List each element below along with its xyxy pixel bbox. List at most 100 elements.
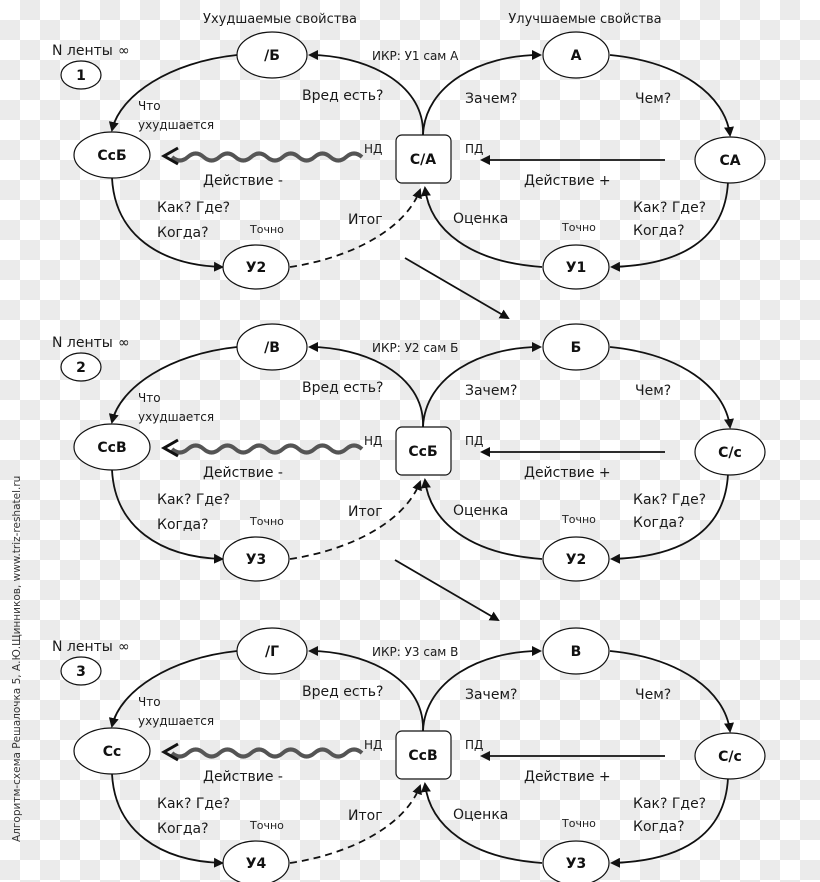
node-result-right-label: У2 (566, 552, 587, 568)
node-result-left-label: У4 (246, 856, 267, 872)
evaluation-label: Оценка (453, 503, 508, 519)
action-minus-wavy-arrow (170, 747, 364, 759)
ikr-label: ИКР: У2 сам Б (372, 341, 458, 355)
edge-worse-left-to-result-left (111, 177, 224, 272)
edge-result-dashed (289, 784, 422, 864)
exact-right: Точно (561, 221, 596, 234)
edge-result-dashed (289, 480, 422, 560)
result-label: Итог (348, 212, 383, 228)
side-caption: Алгоритм-схема Решалочка 5, А.Ю.Щинников… (11, 476, 23, 842)
section-3: N ленты ∞ 3/Г В Сс С/с У4 У3 СсВ ИКР: У3 сам В Вре… (52, 627, 766, 882)
node-result-left-label: У2 (246, 260, 267, 276)
node-result-left-label: У3 (246, 552, 267, 568)
edge-evaluation (420, 782, 543, 864)
tape-label: N ленты (52, 335, 113, 351)
ikr-label: ИКР: У3 сам В (372, 645, 458, 659)
node-worse-top-label: /Г (265, 644, 279, 660)
pd-label: ПД (465, 142, 483, 156)
when-left: Когда? (157, 821, 209, 837)
action-minus-label: Действие - (203, 769, 283, 785)
node-center-box-label: СсВ (408, 748, 437, 764)
node-center-box-label: С/А (410, 152, 436, 168)
edge-worse-left-to-result-left (111, 773, 224, 868)
when-left: Когда? (157, 225, 209, 241)
when-left: Когда? (157, 517, 209, 533)
node-better-right-label: СА (719, 153, 740, 169)
action-plus-label: Действие + (524, 465, 611, 481)
infinity-icon: ∞ (118, 335, 130, 351)
node-result-right-label: У1 (566, 260, 587, 276)
exact-right: Точно (561, 817, 596, 830)
tape-label: N ленты (52, 43, 113, 59)
ikr-label: ИКР: У1 сам А (372, 49, 459, 63)
action-plus-label: Действие + (524, 769, 611, 785)
node-worse-left-label: СсВ (97, 440, 126, 456)
node-center-box-label: СсБ (408, 444, 437, 460)
edge-worse-left-to-result-left (111, 469, 224, 564)
edge-evaluation (420, 478, 543, 560)
action-minus-label: Действие - (203, 465, 283, 481)
how-where-left: Как? Где? (157, 796, 230, 812)
node-worse-left-label: Сс (103, 744, 122, 760)
algorithm-diagram: Ухудшаемые свойства Улучшаемые свойства … (11, 12, 766, 882)
what-worsens-line2: ухудшается (138, 410, 214, 424)
nd-label: НД (364, 434, 382, 448)
when-right: Когда? (633, 819, 685, 835)
nd-label: НД (364, 142, 382, 156)
section-1: N ленты ∞ 1/Б А СсБ СА У2 У1 С/А ИКР: У1 сам А Вре… (52, 31, 766, 290)
transition-arrow-1-2 (404, 257, 510, 320)
header-worsened-properties: Ухудшаемые свойства (203, 12, 357, 27)
node-better-right-label: С/с (718, 749, 742, 765)
evaluation-label: Оценка (453, 211, 508, 227)
evaluation-label: Оценка (453, 807, 508, 823)
section-number: 1 (76, 68, 86, 84)
what-with-question: Чем? (635, 687, 671, 703)
harm-question: Вред есть? (302, 684, 383, 700)
transition-arrow-2-3 (394, 559, 500, 622)
harm-question: Вред есть? (302, 88, 383, 104)
action-minus-wavy-arrow (170, 151, 364, 163)
edge-evaluation (420, 186, 543, 268)
infinity-icon: ∞ (118, 639, 130, 655)
what-worsens-line2: ухудшается (138, 714, 214, 728)
node-worse-top-label: /В (264, 340, 280, 356)
what-with-question: Чем? (635, 383, 671, 399)
section-number: 3 (76, 664, 86, 680)
why-question: Зачем? (465, 383, 517, 399)
how-where-right: Как? Где? (633, 492, 706, 508)
result-label: Итог (348, 504, 383, 520)
node-worse-top-label: /Б (264, 48, 280, 64)
exact-left: Точно (249, 515, 284, 528)
when-right: Когда? (633, 515, 685, 531)
why-question: Зачем? (465, 91, 517, 107)
header-improved-properties: Улучшаемые свойства (508, 12, 661, 27)
how-where-left: Как? Где? (157, 200, 230, 216)
node-better-top-label: А (571, 48, 582, 64)
wavy-arrowhead-icon (160, 742, 179, 762)
why-question: Зачем? (465, 687, 517, 703)
tape-label: N ленты (52, 639, 113, 655)
wavy-arrowhead-icon (160, 146, 179, 166)
how-where-right: Как? Где? (633, 796, 706, 812)
what-worsens-line1: Что (138, 695, 161, 709)
node-worse-left-label: СсБ (97, 148, 126, 164)
harm-question: Вред есть? (302, 380, 383, 396)
wavy-arrowhead-icon (160, 438, 179, 458)
what-worsens-line1: Что (138, 391, 161, 405)
pd-label: ПД (465, 738, 483, 752)
section-number: 2 (76, 360, 86, 376)
nd-label: НД (364, 738, 382, 752)
what-with-question: Чем? (635, 91, 671, 107)
node-result-right-label: У3 (566, 856, 587, 872)
action-minus-label: Действие - (203, 173, 283, 189)
exact-left: Точно (249, 819, 284, 832)
result-label: Итог (348, 808, 383, 824)
infinity-icon: ∞ (118, 43, 130, 59)
action-plus-label: Действие + (524, 173, 611, 189)
how-where-left: Как? Где? (157, 492, 230, 508)
edge-result-dashed (289, 188, 422, 268)
what-worsens-line1: Что (138, 99, 161, 113)
node-better-right-label: С/с (718, 445, 742, 461)
how-where-right: Как? Где? (633, 200, 706, 216)
exact-left: Точно (249, 223, 284, 236)
